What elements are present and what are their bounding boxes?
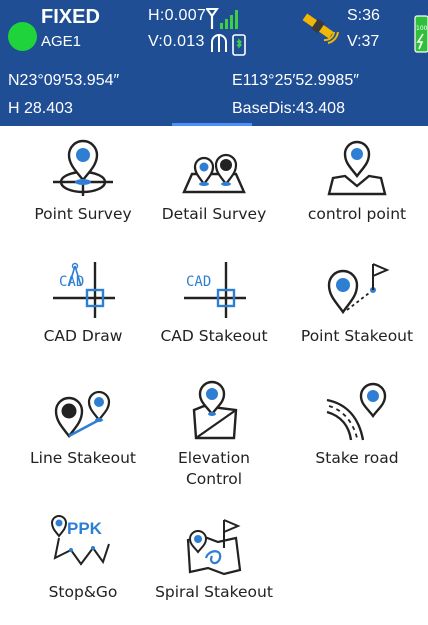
line-stakeout-icon bbox=[54, 390, 111, 438]
function-label: Spiral Stakeout bbox=[155, 583, 273, 601]
base-distance: BaseDis:43.408 bbox=[232, 100, 345, 117]
spiral-stakeout-icon bbox=[186, 519, 242, 576]
cad-stakeout-icon: CAD bbox=[184, 262, 246, 318]
line-stakeout-tile[interactable]: Line Stakeout bbox=[12, 380, 154, 469]
vertical-precision: V:0.013 bbox=[148, 33, 205, 50]
cad-stakeout-text: CAD bbox=[186, 274, 211, 290]
stake-road-tile[interactable]: Stake road bbox=[286, 380, 428, 469]
function-label: Point Stakeout bbox=[300, 327, 414, 345]
function-label: Line Stakeout bbox=[30, 449, 136, 467]
detail-survey-icon bbox=[182, 153, 246, 194]
stop-and-go-tile[interactable]: PPK Stop&Go bbox=[12, 514, 154, 603]
spiral-stakeout-tile[interactable]: Spiral Stakeout bbox=[143, 514, 285, 603]
control-point-icon bbox=[327, 140, 387, 196]
battery-icon: 100 bbox=[414, 15, 428, 53]
longitude: E113°25′52.9985″ bbox=[232, 72, 359, 89]
battery-level: 100 bbox=[416, 25, 428, 32]
elevation-control-tile[interactable]: Elevation Control bbox=[143, 380, 285, 490]
cad-draw-icon: CAD bbox=[53, 262, 115, 318]
stop-and-go-icon: PPK bbox=[50, 515, 110, 566]
function-label: Detail Survey bbox=[161, 205, 267, 223]
latitude: N23°09′53.954″ bbox=[8, 72, 120, 89]
point-stakeout-icon bbox=[327, 263, 390, 315]
signal-icon bbox=[206, 8, 238, 29]
function-label: Elevation Control bbox=[178, 449, 250, 488]
cad-draw-tile[interactable]: CAD CAD Draw bbox=[12, 258, 154, 347]
function-label: Point Survey bbox=[34, 205, 132, 223]
fix-status-text: FIXED bbox=[41, 6, 100, 28]
ppk-text: PPK bbox=[67, 519, 103, 538]
function-label: Stake road bbox=[315, 449, 399, 467]
satellites-visible: V:37 bbox=[347, 33, 380, 50]
function-label: CAD Draw bbox=[43, 327, 123, 345]
radio-icon bbox=[211, 34, 227, 52]
differential-age: AGE1 bbox=[41, 33, 82, 50]
fix-status-indicator bbox=[8, 22, 37, 51]
stake-road-icon bbox=[326, 382, 387, 441]
satellite-icon bbox=[302, 13, 339, 44]
function-label: Stop&Go bbox=[48, 583, 118, 601]
function-label: CAD Stakeout bbox=[160, 327, 268, 345]
height: H 28.403 bbox=[8, 100, 73, 117]
page-indicator bbox=[172, 123, 252, 126]
control-point-tile[interactable]: control point bbox=[286, 136, 428, 225]
point-survey-tile[interactable]: Point Survey bbox=[12, 136, 154, 225]
phone-icon bbox=[232, 34, 246, 56]
detail-survey-tile[interactable]: Detail Survey bbox=[143, 136, 285, 225]
horizontal-precision: H:0.007 bbox=[148, 7, 207, 24]
function-label: control point bbox=[307, 205, 407, 223]
elevation-control-icon bbox=[192, 380, 238, 440]
cad-stakeout-tile[interactable]: CAD CAD Stakeout bbox=[143, 258, 285, 347]
point-survey-icon bbox=[53, 139, 113, 196]
point-stakeout-tile[interactable]: Point Stakeout bbox=[286, 258, 428, 347]
satellites-used: S:36 bbox=[347, 7, 380, 24]
gnss-status-bar: FIXED AGE1 H:0.007 V:0.013 S:36 V:37 100… bbox=[0, 0, 428, 126]
